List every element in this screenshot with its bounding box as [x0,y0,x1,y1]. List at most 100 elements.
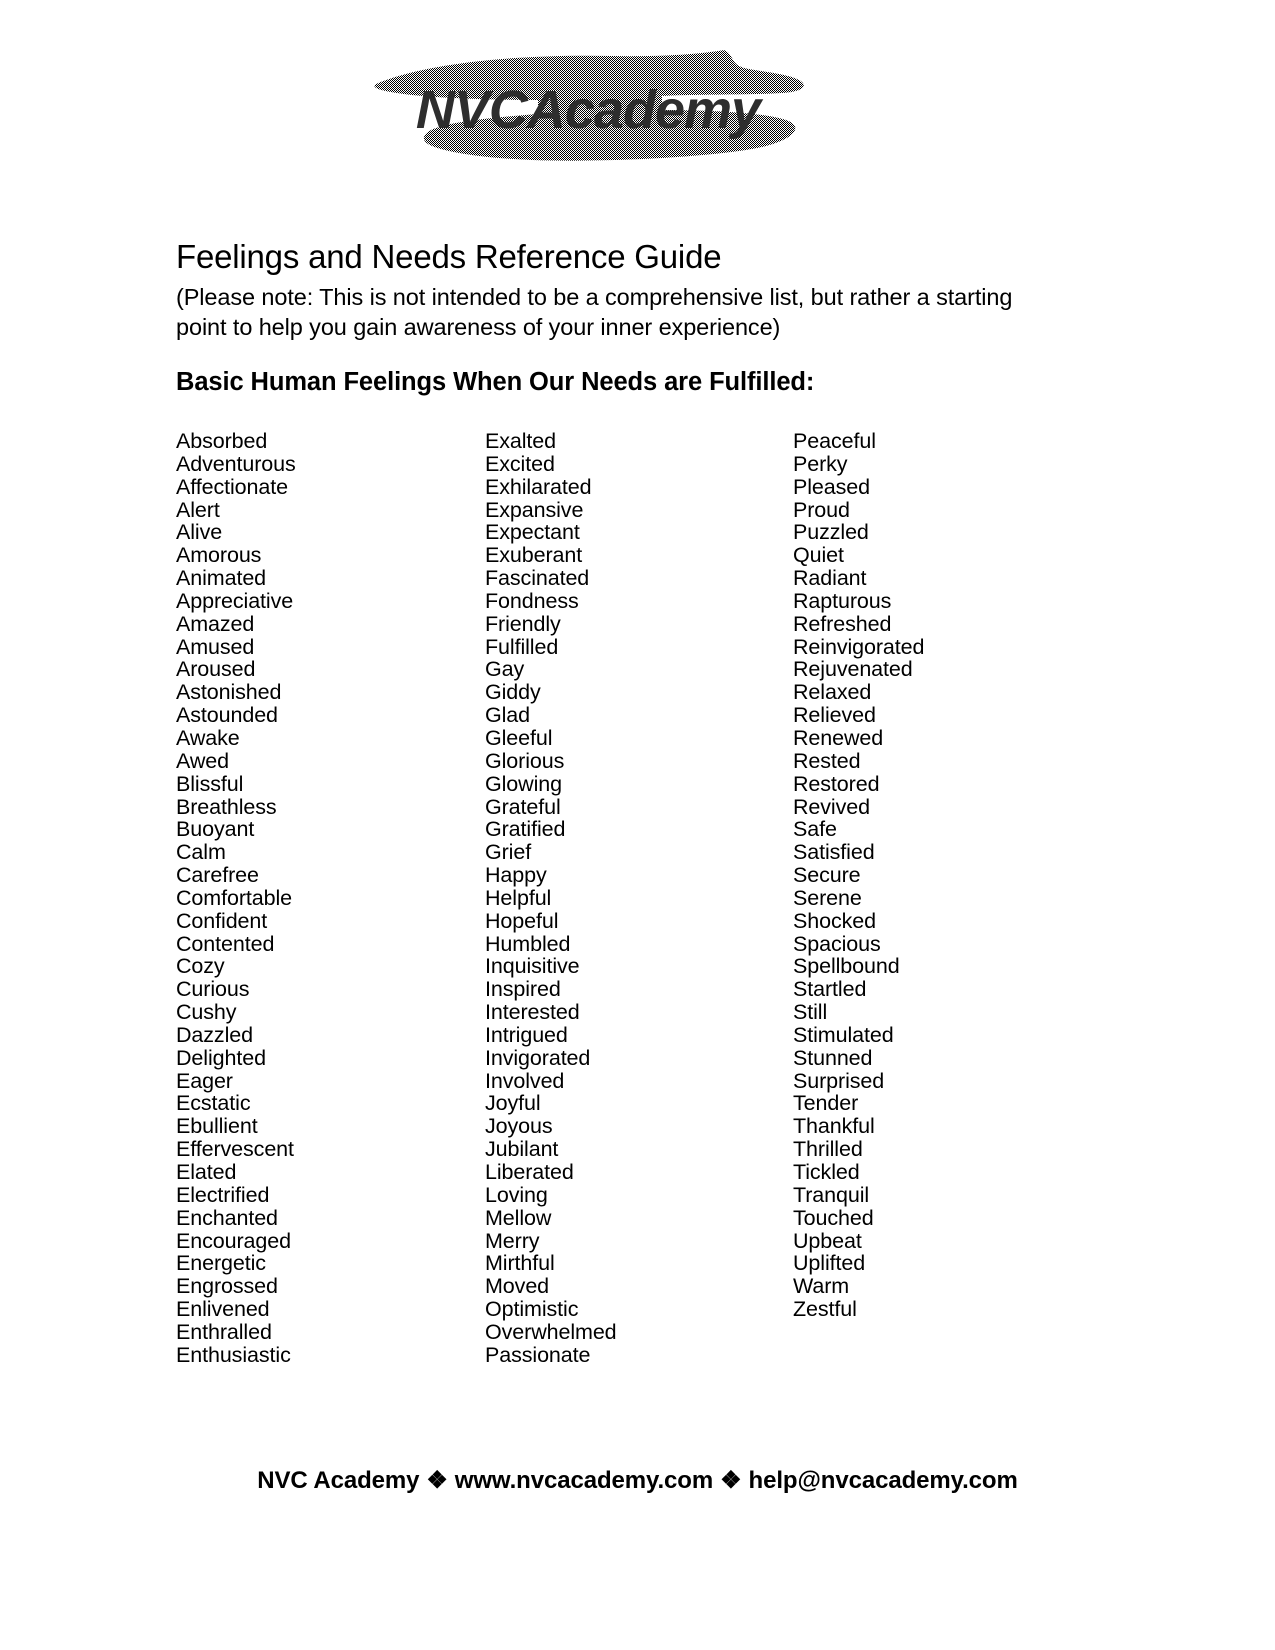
feeling-word: Inquisitive [485,954,580,979]
feeling-word: Alert [176,497,220,522]
feeling-word: Fascinated [485,566,590,591]
feeling-word: Renewed [793,725,884,750]
page-title: Feelings and Needs Reference Guide [176,238,722,275]
feeling-word: Amused [176,634,255,659]
footer-email: help@nvcacademy.com [748,1467,1018,1494]
feeling-word: Rapturous [793,588,892,613]
feeling-word: Glorious [485,748,565,773]
feeling-word: Contented [176,931,275,956]
document-page: NVCAcademy Feelings and Needs Reference … [0,0,1275,1650]
feeling-word: Gleeful [485,725,553,750]
feeling-word: Giddy [485,680,541,705]
feeling-word: Carefree [176,863,259,888]
feeling-word: Safe [793,817,837,842]
feeling-word: Merry [485,1228,540,1253]
feeling-word: Inspired [485,977,561,1002]
feeling-word: Proud [793,497,850,522]
feeling-word: Surprised [793,1068,885,1093]
feeling-word: Amorous [176,543,262,568]
feeling-word: Elated [176,1160,237,1184]
feeling-word: Shocked [793,908,876,933]
page-footer: NVC Academy ❖ www.nvcacademy.com ❖ help@nvca… [0,1466,1275,1495]
feelings-word-columns: Absorbed Adventurous Affectionate Alert Aliv… [176,430,1076,1367]
feeling-word: Exuberant [485,543,583,568]
feeling-word: Invigorated [485,1045,591,1070]
feeling-word: Perky [793,451,848,476]
feeling-word: Still [793,1000,828,1025]
feeling-word: Spacious [793,931,881,956]
feeling-word: Expectant [485,520,580,545]
feeling-word: Tickled [793,1160,860,1184]
feeling-word: Touched [793,1205,874,1230]
feeling-word: Revived [793,794,870,819]
feeling-word: Stimulated [793,1022,894,1047]
feeling-word: Humbled [485,931,571,956]
feeling-word: Tranquil [793,1182,870,1207]
feeling-word: Mirthful [485,1251,555,1276]
feeling-word: Rested [793,748,861,773]
feeling-word: Glad [485,703,531,728]
feeling-word: Relieved [793,703,876,728]
feeling-word: Grief [485,840,532,865]
feeling-word: Peaceful [793,429,876,453]
feeling-word: Startled [793,977,867,1002]
feeling-word: Dazzled [176,1022,253,1047]
feeling-word: Restored [793,771,880,796]
feeling-word: Tender [793,1091,859,1116]
feeling-word: Upbeat [793,1228,862,1253]
feeling-word: Aroused [176,657,256,682]
feeling-word: Puzzled [793,520,869,545]
feeling-word: Refreshed [793,611,892,636]
feeling-word: Pleased [793,474,870,499]
feeling-word: Absorbed [176,429,268,453]
feeling-word: Amazed [176,611,255,636]
feeling-word: Enthralled [176,1319,272,1344]
feeling-word: Relaxed [793,680,872,705]
feeling-word: Joyous [485,1114,553,1139]
feeling-word: Overwhelmed [485,1319,617,1344]
feeling-word: Cozy [176,954,225,979]
feeling-word: Gay [485,657,525,682]
feeling-word: Animated [176,566,267,591]
logo-artwork: NVCAcademy [374,50,804,161]
feeling-word: Confident [176,908,268,933]
logo-wordmark: NVCAcademy [416,80,764,140]
feeling-word: Breathless [176,794,277,819]
feeling-word: Excited [485,451,555,476]
feeling-word: Hopeful [485,908,559,933]
feeling-word: Grateful [485,794,561,819]
feeling-word: Thrilled [793,1137,863,1162]
feeling-word: Adventurous [176,451,296,476]
feeling-word: Cushy [176,1000,237,1025]
header-block: Feelings and Needs Reference Guide (Plea… [176,238,1076,342]
feeling-word: Eager [176,1068,233,1093]
feeling-word: Enchanted [176,1205,278,1230]
feeling-word: Thankful [793,1114,875,1139]
feelings-column-3: Peaceful Perky Pleased Proud Puzzled Quiet Rad… [793,430,1076,1367]
feeling-word: Effervescent [176,1137,294,1162]
feeling-word: Interested [485,1000,580,1025]
feeling-word: Calm [176,840,226,865]
section-heading: Basic Human Feelings When Our Needs are … [176,368,815,396]
feeling-word: Exhilarated [485,474,592,499]
feeling-word: Encouraged [176,1228,291,1253]
feeling-word: Engrossed [176,1274,278,1299]
feeling-word: Optimistic [485,1297,579,1322]
feeling-word: Loving [485,1182,548,1207]
feelings-column-1: Absorbed Adventurous Affectionate Alert Aliv… [176,430,485,1367]
feeling-word: Liberated [485,1160,574,1184]
feeling-word: Uplifted [793,1251,866,1276]
feeling-word: Electrified [176,1182,270,1207]
feeling-word: Exalted [485,429,557,453]
feeling-word: Passionate [485,1342,591,1367]
feeling-word: Mellow [485,1205,552,1230]
feeling-word: Buoyant [176,817,255,842]
diamond-separator-icon: ❖ [426,1467,448,1494]
nvc-academy-logo: NVCAcademy [362,48,814,166]
feeling-word: Comfortable [176,885,293,910]
feeling-word: Reinvigorated [793,634,925,659]
feeling-word: Serene [793,885,862,910]
feeling-word: Radiant [793,566,867,591]
feeling-word: Satisfied [793,840,875,865]
feeling-word: Warm [793,1274,850,1299]
